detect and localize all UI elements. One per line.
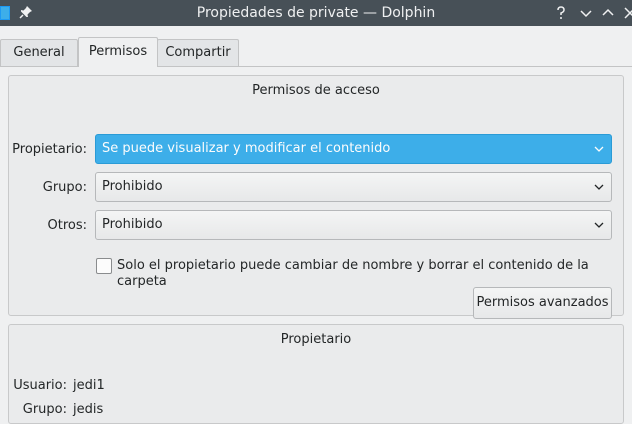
- access-group-title: Permisos de acceso: [252, 83, 380, 98]
- others-permission-select[interactable]: Prohibido: [95, 210, 612, 240]
- tab-permisos[interactable]: Permisos: [78, 37, 158, 67]
- close-icon[interactable]: [622, 5, 632, 21]
- window-title: Propiedades de private — Dolphin: [196, 5, 436, 21]
- user-value: jedi1: [73, 378, 105, 393]
- chevron-down-icon: [594, 146, 604, 152]
- others-label: Otros:: [47, 218, 88, 233]
- ownership-group-title: Propietario: [280, 332, 352, 347]
- tab-bar: General Permisos Compartir: [0, 26, 632, 67]
- owner-group-label: Grupo:: [22, 402, 67, 417]
- owner-permission-value: Se puede visualizar y modificar el conte…: [102, 141, 391, 156]
- owner-only-rename-label[interactable]: Solo el propietario puede cambiar de nom…: [117, 258, 623, 290]
- advanced-permissions-button[interactable]: Permisos avanzados: [473, 287, 612, 319]
- user-label: Usuario:: [13, 378, 67, 393]
- minimize-icon[interactable]: [578, 5, 594, 21]
- maximize-icon[interactable]: [600, 5, 616, 21]
- others-permission-value: Prohibido: [102, 217, 163, 232]
- owner-only-rename-checkbox[interactable]: [96, 258, 112, 274]
- owner-permission-select[interactable]: Se puede visualizar y modificar el conte…: [95, 134, 612, 164]
- owner-group-value: jedis: [73, 402, 104, 417]
- owner-label: Propietario:: [12, 142, 87, 157]
- tab-general[interactable]: General: [0, 39, 78, 66]
- ownership-group: Propietario Usuario: jedi1 Grupo: jedis: [8, 324, 624, 424]
- chevron-down-icon: [594, 222, 604, 228]
- tab-content: Permisos de acceso Propietario: Se puede…: [0, 66, 632, 424]
- help-icon[interactable]: [553, 5, 569, 21]
- access-permissions-group: Permisos de acceso Propietario: Se puede…: [8, 75, 624, 319]
- group-permission-value: Prohibido: [102, 179, 163, 194]
- chevron-down-icon: [594, 184, 604, 190]
- tab-compartir[interactable]: Compartir: [157, 39, 239, 66]
- group-permission-select[interactable]: Prohibido: [95, 172, 612, 202]
- group-label: Grupo:: [42, 180, 87, 195]
- title-bar: Propiedades de private — Dolphin: [0, 0, 632, 26]
